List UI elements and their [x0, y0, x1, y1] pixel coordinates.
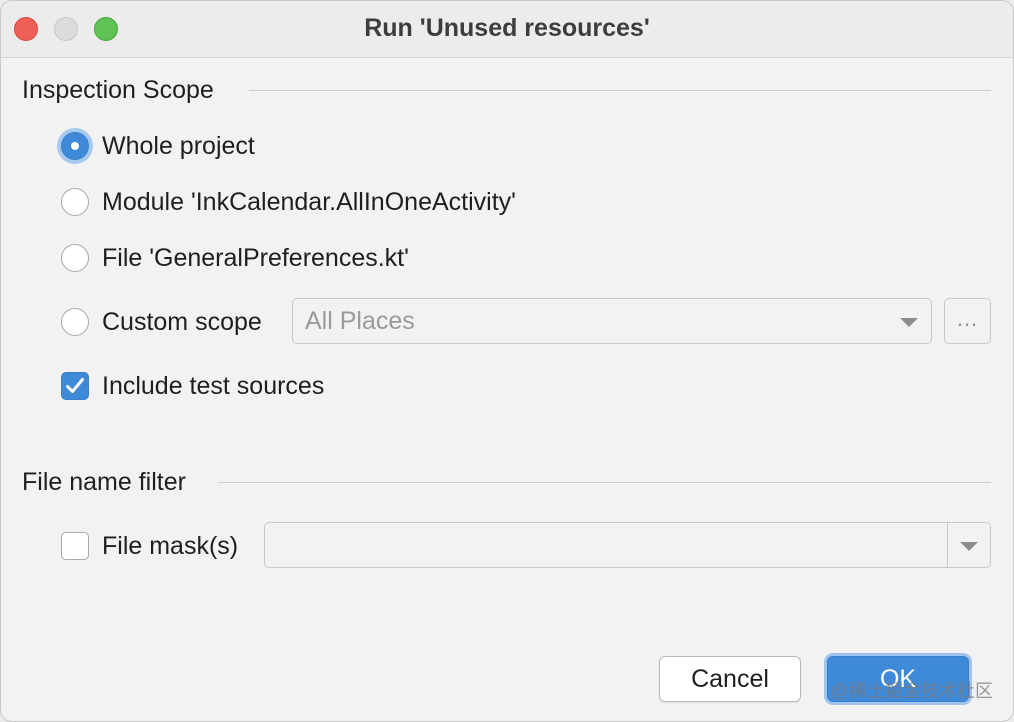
include-test-sources-row[interactable]: Include test sources [61, 369, 324, 403]
inspection-scope-divider [249, 90, 991, 91]
file-mask-row[interactable]: File mask(s) [61, 529, 238, 563]
file-mask-input[interactable] [264, 522, 991, 568]
module-label[interactable]: Module 'InkCalendar.AllInOneActivity' [102, 188, 516, 217]
whole-project-radio[interactable] [61, 132, 89, 160]
file-radio[interactable] [61, 244, 89, 272]
window-title: Run 'Unused resources' [364, 14, 650, 42]
file-mask-label[interactable]: File mask(s) [102, 532, 238, 561]
include-test-sources-label[interactable]: Include test sources [102, 372, 324, 401]
browse-scope-button[interactable]: ... [944, 298, 991, 344]
file-name-filter-divider [218, 482, 991, 483]
scope-option-file[interactable]: File 'GeneralPreferences.kt' [61, 241, 409, 275]
title-bar[interactable]: Run 'Unused resources' [1, 1, 1013, 58]
module-radio[interactable] [61, 188, 89, 216]
chevron-down-icon[interactable] [960, 542, 978, 551]
cancel-button[interactable]: Cancel [659, 656, 801, 702]
custom-scope-label[interactable]: Custom scope [102, 308, 262, 337]
file-mask-separator [947, 523, 948, 567]
scope-option-whole-project[interactable]: Whole project [61, 129, 255, 163]
custom-scope-radio[interactable] [61, 308, 89, 336]
custom-scope-value: All Places [305, 307, 415, 335]
include-test-sources-checkbox[interactable] [61, 372, 89, 400]
file-mask-checkbox[interactable] [61, 532, 89, 560]
custom-scope-dropdown[interactable]: All Places [292, 298, 932, 344]
scope-option-module[interactable]: Module 'InkCalendar.AllInOneActivity' [61, 185, 516, 219]
run-inspection-dialog: Run 'Unused resources' Inspection Scope … [0, 0, 1014, 722]
inspection-scope-header: Inspection Scope [22, 76, 214, 104]
checkmark-icon [66, 378, 84, 393]
scope-option-custom[interactable]: Custom scope [61, 305, 262, 339]
chevron-down-icon [900, 318, 918, 327]
file-name-filter-header: File name filter [22, 468, 186, 496]
whole-project-label[interactable]: Whole project [102, 132, 255, 161]
file-label[interactable]: File 'GeneralPreferences.kt' [102, 244, 409, 273]
watermark: @稀土掘金技术社区 [830, 681, 993, 701]
